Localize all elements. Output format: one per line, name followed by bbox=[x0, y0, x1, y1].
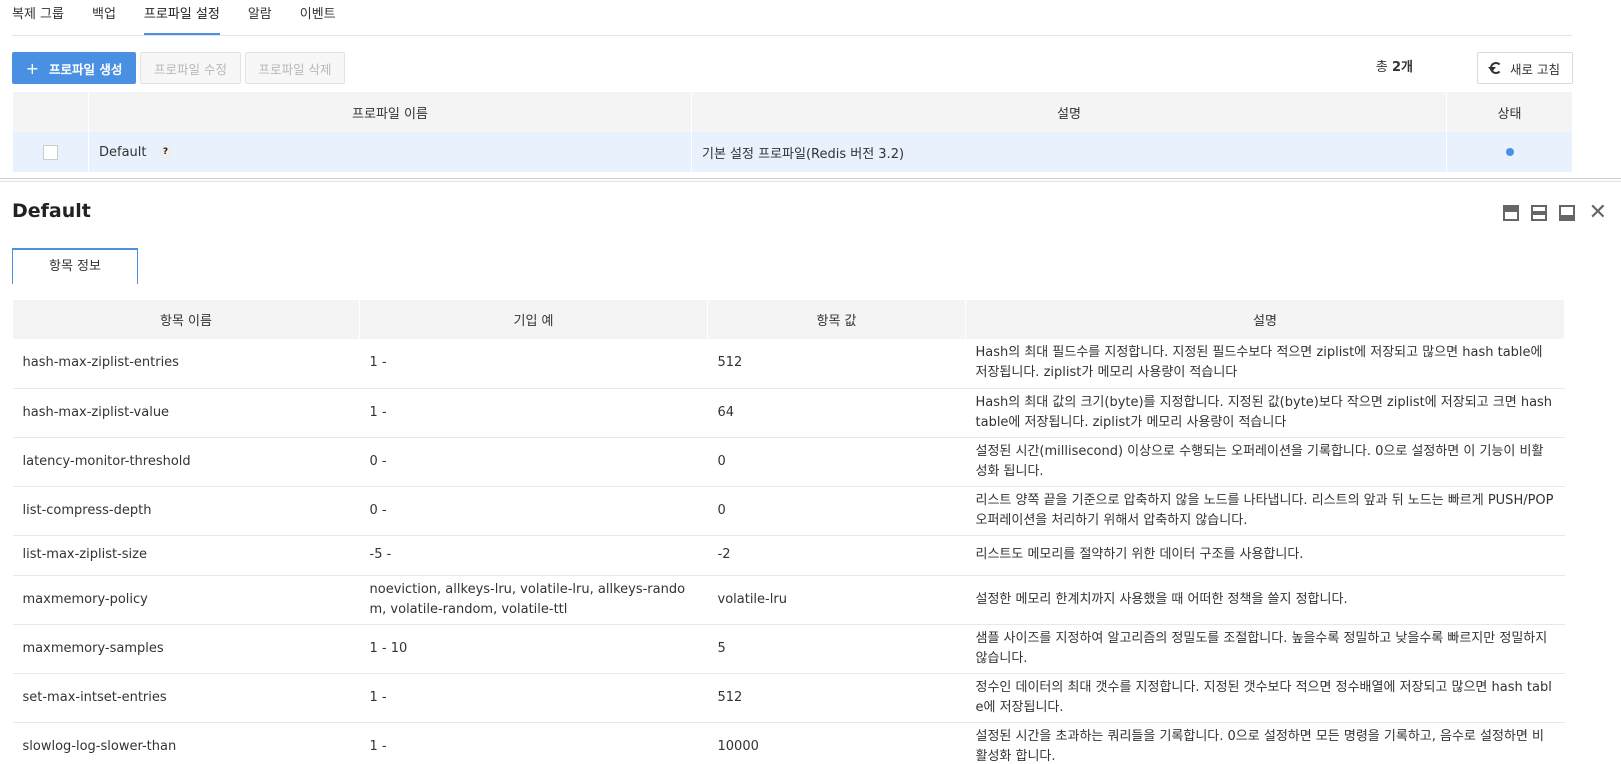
item-description: 설정된 시간(millisecond) 이상으로 수행되는 오퍼레이션을 기록합… bbox=[965, 437, 1565, 487]
panel-controls: ✕ bbox=[1491, 202, 1607, 224]
create-profile-label: 프로파일 생성 bbox=[49, 61, 123, 77]
tab-events[interactable]: 이벤트 bbox=[300, 0, 336, 35]
item-value: 512 bbox=[707, 673, 966, 723]
item-name: set-max-intset-entries bbox=[12, 673, 360, 723]
item-value: 5 bbox=[707, 624, 966, 674]
header-description: 설명 bbox=[691, 92, 1447, 132]
table-row: slowlog-log-slower-than 1 - 10000 설정된 시간… bbox=[12, 722, 1565, 764]
item-example: 1 - bbox=[359, 339, 708, 389]
table-row: latency-monitor-threshold 0 - 0 설정된 시간(m… bbox=[12, 437, 1565, 487]
header-item-description: 설명 bbox=[965, 300, 1565, 339]
table-row: maxmemory-samples 1 - 10 5 샘플 사이즈를 지정하여 … bbox=[12, 624, 1565, 674]
edit-profile-button[interactable]: 프로파일 수정 bbox=[140, 52, 241, 84]
header-item-name: 항목 이름 bbox=[12, 300, 360, 339]
item-description: 리스트 양쪽 끝을 기준으로 압축하지 않을 노드를 나타냅니다. 리스트의 앞… bbox=[965, 486, 1565, 536]
item-name: latency-monitor-threshold bbox=[12, 437, 360, 487]
status-dot-icon bbox=[1505, 147, 1514, 156]
profile-name-cell: Default? bbox=[88, 132, 692, 172]
item-example: -5 - bbox=[359, 535, 708, 576]
row-select-cell bbox=[12, 132, 89, 172]
item-name: list-compress-depth bbox=[12, 486, 360, 536]
item-example: 1 - 10 bbox=[359, 624, 708, 674]
item-name: maxmemory-policy bbox=[12, 575, 360, 625]
plus-icon: + bbox=[25, 58, 40, 78]
total-count: 총 2개 bbox=[1376, 52, 1413, 84]
profile-table: 프로파일 이름 설명 상태 Default? 기본 설정 프로파일(Redis … bbox=[12, 92, 1573, 172]
table-row: set-max-intset-entries 1 - 512 정수인 데이터의 … bbox=[12, 673, 1565, 723]
item-value: 0 bbox=[707, 437, 966, 487]
item-example: 0 - bbox=[359, 437, 708, 487]
item-value: 0 bbox=[707, 486, 966, 536]
toolbar: + 프로파일 생성 프로파일 수정 프로파일 삭제 총 2개 새로 고침 bbox=[12, 52, 1573, 84]
total-count-prefix: 총 bbox=[1375, 60, 1392, 75]
table-row[interactable]: Default? 기본 설정 프로파일(Redis 버전 3.2) bbox=[12, 132, 1573, 172]
total-count-value: 2개 bbox=[1391, 60, 1413, 75]
close-icon[interactable]: ✕ bbox=[1589, 202, 1607, 224]
table-row: list-compress-depth 0 - 0 리스트 양쪽 끝을 기준으로… bbox=[12, 486, 1565, 536]
item-description: Hash의 최대 필드수를 지정합니다. 지정된 필드수보다 적으면 zipli… bbox=[965, 339, 1565, 389]
item-example: 1 - bbox=[359, 722, 708, 764]
refresh-button[interactable]: 새로 고침 bbox=[1477, 52, 1573, 84]
refresh-icon bbox=[1488, 62, 1502, 74]
item-example: 1 - bbox=[359, 388, 708, 438]
item-example: noeviction, allkeys-lru, volatile-lru, a… bbox=[359, 575, 708, 625]
detail-table: 항목 이름 기입 예 항목 값 설명 hash-max-ziplist-entr… bbox=[12, 300, 1565, 764]
item-description: 샘플 사이즈를 지정하여 알고리즘의 정밀도를 조절합니다. 높을수록 정밀하고… bbox=[965, 624, 1565, 674]
detail-title: Default bbox=[12, 200, 91, 222]
create-profile-button[interactable]: + 프로파일 생성 bbox=[12, 52, 136, 84]
table-row: list-max-ziplist-size -5 - -2 리스트도 메모리를 … bbox=[12, 535, 1565, 576]
layout-top-icon[interactable] bbox=[1502, 205, 1519, 221]
top-tabs: 복제 그룹 백업 프로파일 설정 알람 이벤트 bbox=[12, 0, 1572, 36]
item-name: hash-max-ziplist-entries bbox=[12, 339, 360, 389]
item-description: 설정한 메모리 한계치까지 사용했을 때 어떠한 정책을 쓸지 정합니다. bbox=[965, 575, 1565, 625]
item-name: hash-max-ziplist-value bbox=[12, 388, 360, 438]
item-description: 정수인 데이터의 최대 갯수를 지정합니다. 지정된 갯수보다 적으면 정수배열… bbox=[965, 673, 1565, 723]
profile-name: Default bbox=[99, 144, 147, 160]
item-value: -2 bbox=[707, 535, 966, 576]
item-name: list-max-ziplist-size bbox=[12, 535, 360, 576]
item-value: volatile-lru bbox=[707, 575, 966, 625]
item-name: maxmemory-samples bbox=[12, 624, 360, 674]
header-status: 상태 bbox=[1446, 92, 1573, 132]
item-value: 10000 bbox=[707, 722, 966, 764]
tab-backup[interactable]: 백업 bbox=[92, 0, 116, 35]
panel-splitter[interactable] bbox=[0, 178, 1621, 182]
item-description: 설정된 시간을 초과하는 쿼리들을 기록합니다. 0으로 설정하면 모든 명령을… bbox=[965, 722, 1565, 764]
header-example: 기입 예 bbox=[359, 300, 708, 339]
item-value: 64 bbox=[707, 388, 966, 438]
help-icon[interactable]: ? bbox=[158, 145, 173, 159]
select-column-header bbox=[12, 92, 89, 132]
item-description: 리스트도 메모리를 절약하기 위한 데이터 구조를 사용합니다. bbox=[965, 535, 1565, 576]
tab-replication-group[interactable]: 복제 그룹 bbox=[12, 0, 64, 35]
delete-profile-button[interactable]: 프로파일 삭제 bbox=[245, 52, 345, 84]
table-row: maxmemory-policy noeviction, allkeys-lru… bbox=[12, 575, 1565, 625]
status-cell bbox=[1446, 132, 1573, 172]
refresh-label: 새로 고침 bbox=[1510, 61, 1560, 77]
table-row: hash-max-ziplist-entries 1 - 512 Hash의 최… bbox=[12, 339, 1565, 389]
item-value: 512 bbox=[707, 339, 966, 389]
tab-alarm[interactable]: 알람 bbox=[248, 0, 272, 35]
item-example: 1 - bbox=[359, 673, 708, 723]
tab-item-info[interactable]: 항목 정보 bbox=[12, 248, 138, 284]
header-item-value: 항목 값 bbox=[707, 300, 966, 339]
item-name: slowlog-log-slower-than bbox=[12, 722, 360, 764]
item-description: Hash의 최대 값의 크기(byte)를 지정합니다. 지정된 값(byte)… bbox=[965, 388, 1565, 438]
layout-bottom-icon[interactable] bbox=[1558, 205, 1575, 221]
header-profile-name: 프로파일 이름 bbox=[88, 92, 692, 132]
layout-middle-icon[interactable] bbox=[1530, 205, 1547, 221]
table-row: hash-max-ziplist-value 1 - 64 Hash의 최대 값… bbox=[12, 388, 1565, 438]
item-example: 0 - bbox=[359, 486, 708, 536]
profile-description: 기본 설정 프로파일(Redis 버전 3.2) bbox=[691, 132, 1447, 172]
row-checkbox[interactable] bbox=[43, 144, 58, 160]
tab-profile-settings[interactable]: 프로파일 설정 bbox=[143, 0, 220, 35]
